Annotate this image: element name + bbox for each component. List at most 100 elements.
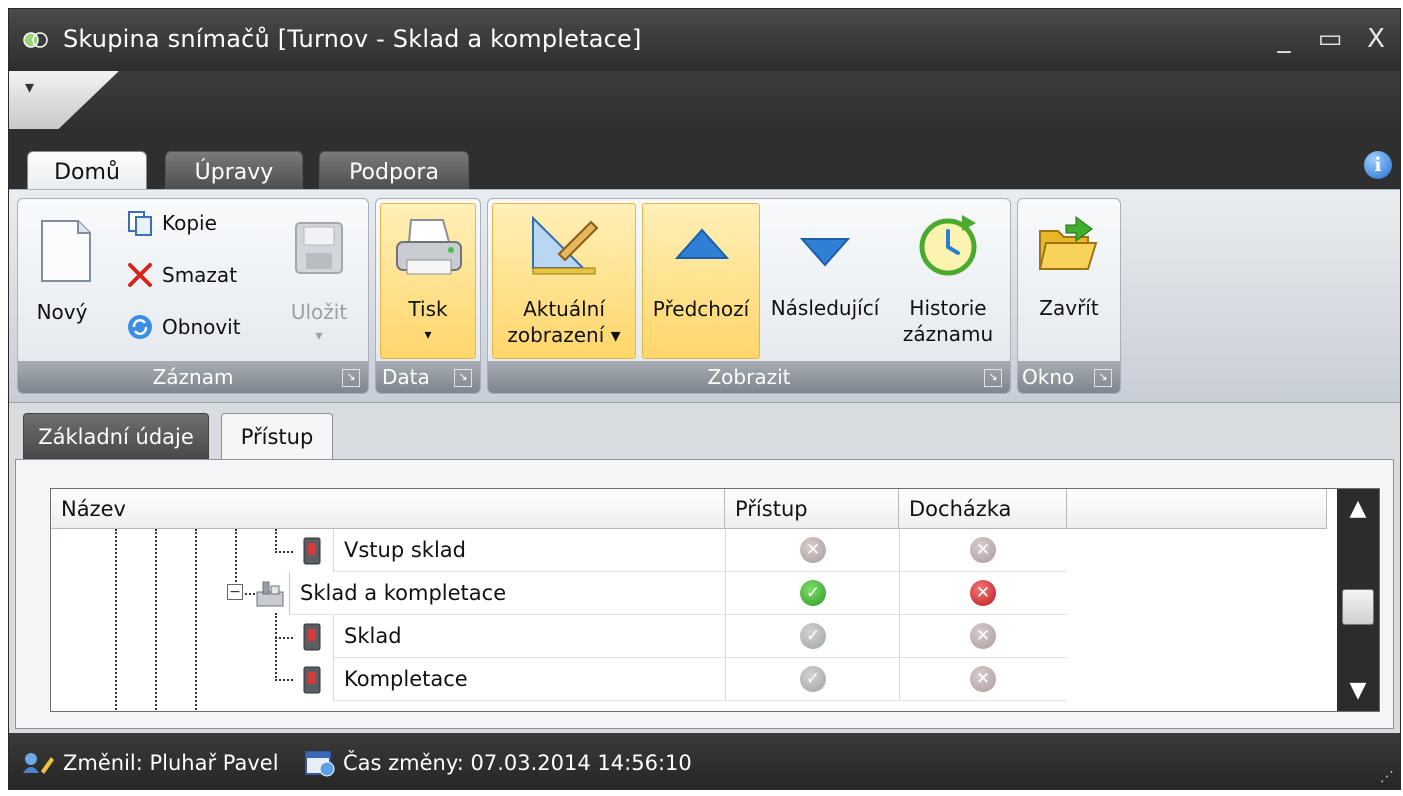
dialog-launcher-icon[interactable]: ↘ <box>984 369 1002 387</box>
copy-button[interactable]: Kopie <box>126 209 217 243</box>
copy-label: Kopie <box>162 211 217 235</box>
minimize-button[interactable]: _ <box>1266 23 1302 55</box>
quick-access-toolbar: ▾ <box>9 71 1400 133</box>
cell-dochazka[interactable]: ✕ <box>899 529 1067 572</box>
cell-pristup[interactable]: ✓ <box>725 658 899 701</box>
cell-pristup[interactable]: ✕ <box>725 529 899 572</box>
vertical-scrollbar[interactable]: ▲ ▼ <box>1337 489 1379 711</box>
table-row[interactable]: Kompletace ✓ ✕ <box>51 658 1327 701</box>
cell-dochazka[interactable]: ✕ <box>899 658 1067 701</box>
cell-dochazka[interactable]: ✕ <box>899 572 1067 615</box>
next-label: Následující <box>770 296 880 320</box>
group-okno: Zavřít Okno ↘ <box>1017 198 1121 394</box>
info-icon[interactable]: i <box>1364 151 1392 179</box>
save-dropdown-icon: ▾ <box>315 328 323 344</box>
deny-disabled-icon: ✕ <box>970 623 996 649</box>
tab-upravy[interactable]: Úpravy <box>165 151 303 193</box>
column-header-empty <box>1067 489 1327 529</box>
scroll-thumb[interactable] <box>1342 589 1374 625</box>
print-dropdown-icon: ▾ <box>424 327 432 343</box>
delete-label: Smazat <box>162 263 238 287</box>
dialog-launcher-icon[interactable]: ↘ <box>454 369 472 387</box>
cell-pristup[interactable]: ✓ <box>725 572 899 615</box>
quick-access-menu[interactable]: ▾ <box>9 71 119 129</box>
window-title: Skupina snímačů [Turnov - Sklad a komple… <box>63 25 642 53</box>
previous-label: Předchozí <box>652 297 750 321</box>
group-zaznam: Nový Kopie Smazat Obnovit Uložit ▾ Zázna… <box>17 198 369 394</box>
ribbon: Nový Kopie Smazat Obnovit Uložit ▾ Zázna… <box>9 189 1400 403</box>
arrow-up-icon <box>675 228 729 259</box>
column-header-dochazka[interactable]: Docházka <box>899 489 1067 529</box>
save-button[interactable]: Uložit ▾ <box>280 203 358 359</box>
allow-disabled-icon: ✓ <box>800 623 826 649</box>
current-view-label-2: zobrazení ▾ <box>507 323 621 347</box>
deny-disabled-icon: ✕ <box>970 666 996 692</box>
scroll-down-icon[interactable]: ▼ <box>1337 671 1379 711</box>
tab-pristup[interactable]: Přístup <box>221 413 333 461</box>
close-record-button[interactable]: Zavřít <box>1022 203 1116 359</box>
history-button[interactable]: Historie záznamu <box>890 203 1006 359</box>
column-header-pristup[interactable]: Přístup <box>725 489 899 529</box>
user-edit-icon <box>23 753 54 774</box>
deny-disabled-icon: ✕ <box>970 537 996 563</box>
next-button[interactable]: Následující <box>764 203 886 359</box>
tab-domu[interactable]: Domů <box>27 151 147 193</box>
delete-button[interactable]: Smazat <box>126 261 237 295</box>
folder-exit-icon <box>1038 216 1098 270</box>
close-record-label: Zavřít <box>1039 296 1099 320</box>
new-label: Nový <box>36 300 88 324</box>
warehouse-icon <box>256 581 284 607</box>
print-button[interactable]: Tisk ▾ <box>380 203 476 359</box>
title-bar[interactable]: Skupina snímačů [Turnov - Sklad a komple… <box>9 9 1400 71</box>
content-area: Základní údaje Přístup Název Přístup Doc… <box>9 403 1400 733</box>
maximize-button[interactable]: ▭ <box>1312 23 1348 55</box>
group-label-zaznam: Záznam ↘ <box>18 361 368 393</box>
group-label-okno: Okno ↘ <box>1018 361 1120 393</box>
ribbon-tab-strip: Domů Úpravy Podpora i <box>9 133 1400 193</box>
tree-collapse-icon[interactable]: − <box>227 584 243 600</box>
row-name: Sklad <box>333 615 725 658</box>
access-tree-grid: Název Přístup Docházka Vstup sklad ✕ ✕ −… <box>50 488 1380 712</box>
copy-icon <box>128 211 152 236</box>
table-row[interactable]: Vstup sklad ✕ ✕ <box>51 529 1327 572</box>
table-row[interactable]: − Sklad a kompletace ✓ ✕ <box>51 572 1327 615</box>
dialog-launcher-icon[interactable]: ↘ <box>1094 369 1112 387</box>
app-window: Skupina snímačů [Turnov - Sklad a komple… <box>8 8 1401 790</box>
reader-device-icon <box>303 537 321 565</box>
row-name: Vstup sklad <box>333 529 725 572</box>
tab-page-pristup: Název Přístup Docházka Vstup sklad ✕ ✕ −… <box>15 459 1394 729</box>
changed-time-text: Čas změny: 07.03.2014 14:56:10 <box>343 751 692 775</box>
group-data: Tisk ▾ Data ↘ <box>375 198 481 394</box>
printer-icon <box>396 219 462 275</box>
dialog-launcher-icon[interactable]: ↘ <box>342 369 360 387</box>
table-row[interactable]: Sklad ✓ ✕ <box>51 615 1327 658</box>
history-label-1: Historie <box>909 296 987 320</box>
close-window-button[interactable]: X <box>1358 23 1394 55</box>
save-label: Uložit <box>290 300 348 324</box>
changed-by-text: Změnil: Pluhař Pavel <box>63 751 279 775</box>
app-icon <box>23 32 48 48</box>
new-button[interactable]: Nový <box>20 203 104 359</box>
arrow-down-icon <box>800 238 850 267</box>
tab-podpora[interactable]: Podpora <box>319 151 469 193</box>
resize-grip-icon[interactable]: ⋰ <box>1380 769 1394 785</box>
refresh-icon <box>128 315 152 339</box>
new-document-icon <box>41 220 91 282</box>
calendar-time-icon <box>305 751 335 777</box>
current-view-button[interactable]: Aktuální zobrazení ▾ <box>492 203 636 359</box>
deny-disabled-icon: ✕ <box>800 537 826 563</box>
allow-disabled-icon: ✓ <box>800 666 826 692</box>
column-header-nazev[interactable]: Název <box>51 489 725 529</box>
row-name: Kompletace <box>333 658 725 701</box>
scroll-up-icon[interactable]: ▲ <box>1337 489 1379 529</box>
group-label-zobrazit: Zobrazit ↘ <box>488 361 1010 393</box>
cell-dochazka[interactable]: ✕ <box>899 615 1067 658</box>
refresh-button[interactable]: Obnovit <box>126 313 241 347</box>
tab-zakladni-udaje[interactable]: Základní údaje <box>23 413 209 459</box>
ruler-pencil-icon <box>532 215 599 275</box>
previous-button[interactable]: Předchozí <box>642 203 760 359</box>
delete-x-icon <box>128 263 152 287</box>
deny-x-icon: ✕ <box>970 580 996 606</box>
cell-pristup[interactable]: ✓ <box>725 615 899 658</box>
save-disk-icon <box>295 222 343 274</box>
